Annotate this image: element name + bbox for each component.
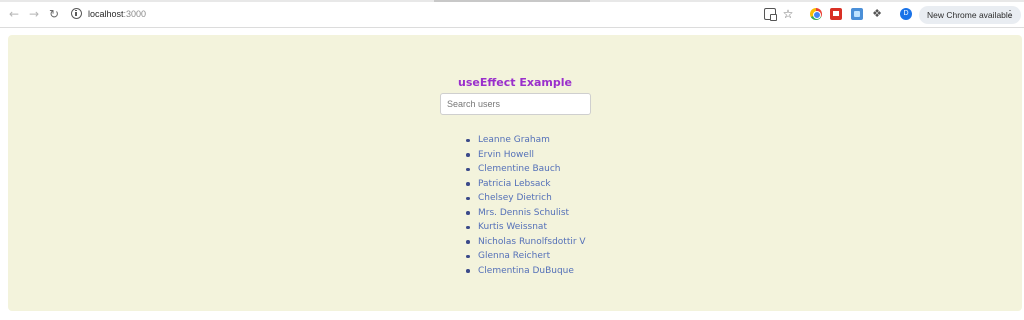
list-item[interactable]: Ervin Howell bbox=[466, 148, 586, 163]
page-title: useEffect Example bbox=[458, 76, 572, 89]
list-item[interactable]: Clementine Bauch bbox=[466, 162, 586, 177]
url-host: localhost bbox=[88, 9, 124, 19]
list-item[interactable]: Patricia Lebsack bbox=[466, 177, 586, 192]
url-port: :3000 bbox=[123, 9, 147, 19]
puzzle-icon[interactable]: ❖ bbox=[871, 8, 883, 20]
star-icon[interactable]: ☆ bbox=[782, 8, 794, 20]
app-container: useEffect Example Leanne Graham Ervin Ho… bbox=[8, 35, 1022, 311]
user-list: Leanne Graham Ervin Howell Clementine Ba… bbox=[466, 133, 586, 278]
page-viewport: useEffect Example Leanne Graham Ervin Ho… bbox=[0, 29, 1024, 320]
list-item[interactable]: Leanne Graham bbox=[466, 133, 586, 148]
reload-icon[interactable]: ↻ bbox=[46, 6, 62, 22]
list-item[interactable]: Clementina DuBuque bbox=[466, 264, 586, 279]
address-bar[interactable]: localhost:3000 bbox=[88, 8, 146, 20]
update-chrome-button[interactable]: New Chrome available ⋮ bbox=[919, 6, 1021, 24]
red-extension-icon[interactable] bbox=[830, 8, 842, 20]
avatar[interactable]: D bbox=[900, 8, 912, 20]
blue-extension-icon[interactable] bbox=[851, 8, 863, 20]
info-icon[interactable] bbox=[71, 8, 82, 19]
list-item[interactable]: Glenna Reichert bbox=[466, 249, 586, 264]
browser-toolbar: ← → ↻ localhost:3000 ☆ ❖ D New Chrome av… bbox=[0, 2, 1024, 28]
list-item[interactable]: Kurtis Weissnat bbox=[466, 220, 586, 235]
kebab-menu-icon[interactable]: ⋮ bbox=[1005, 9, 1015, 21]
list-item[interactable]: Mrs. Dennis Schulist bbox=[466, 206, 586, 221]
chrome-extension-icon[interactable] bbox=[810, 8, 822, 20]
search-input[interactable] bbox=[440, 93, 591, 115]
list-item[interactable]: Chelsey Dietrich bbox=[466, 191, 586, 206]
update-chrome-label: New Chrome available bbox=[927, 10, 1013, 20]
list-item[interactable]: Nicholas Runolfsdottir V bbox=[466, 235, 586, 250]
cast-icon[interactable] bbox=[764, 8, 777, 21]
back-arrow-icon[interactable]: ← bbox=[6, 6, 22, 22]
forward-arrow-icon[interactable]: → bbox=[26, 6, 42, 22]
